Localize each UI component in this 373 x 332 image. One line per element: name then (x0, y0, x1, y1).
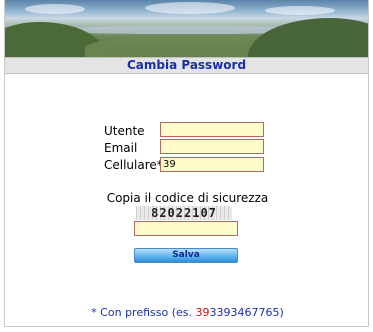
captcha-input[interactable] (134, 221, 238, 236)
cellulare-field[interactable] (160, 157, 264, 172)
captcha-image: 82022107 (136, 206, 232, 220)
captcha-title: Copia il codice di sicurezza (106, 191, 269, 205)
phone-prefix-note: * Con prefisso (es. 393393467765) (5, 306, 370, 319)
change-password-panel: Cambia Password Utente Email Cellulare* … (4, 0, 369, 327)
email-label: Email (104, 141, 138, 155)
note-example-country-code: 39 (195, 306, 210, 319)
note-prefix-text: * Con prefisso (es. (91, 306, 196, 319)
utente-field[interactable] (160, 122, 264, 137)
landscape-banner-image (5, 0, 368, 57)
utente-label: Utente (104, 124, 145, 138)
note-example-number: 3393467765 (209, 306, 280, 319)
save-button[interactable]: Salva (134, 248, 238, 263)
cellulare-label: Cellulare* (104, 158, 163, 172)
note-suffix-text: ) (279, 306, 284, 319)
email-field[interactable] (160, 139, 264, 154)
page-title: Cambia Password (5, 57, 368, 74)
